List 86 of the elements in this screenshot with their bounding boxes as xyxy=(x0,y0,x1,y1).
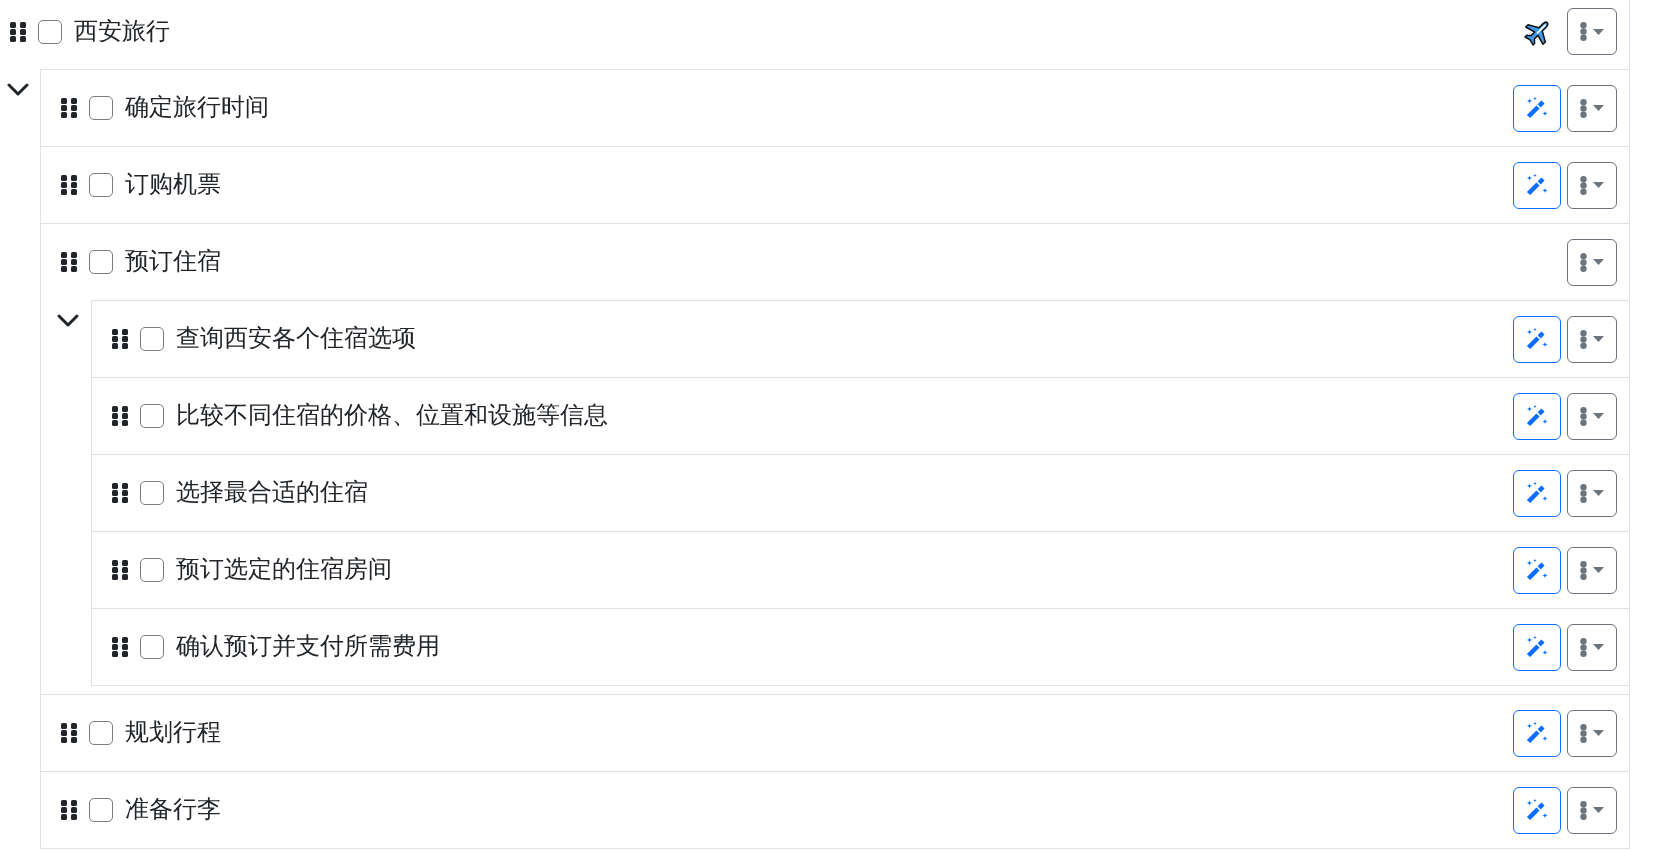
vertical-dots-icon xyxy=(1580,98,1587,118)
vertical-dots-icon xyxy=(1580,723,1587,743)
magic-wand-icon xyxy=(1525,404,1549,428)
vertical-dots-icon xyxy=(1580,560,1587,580)
magic-wand-button[interactable] xyxy=(1513,546,1561,594)
task-title: 预订选定的住宿房间 xyxy=(176,555,392,585)
magic-wand-icon xyxy=(1525,96,1549,120)
drag-handle-icon[interactable] xyxy=(112,329,128,349)
magic-wand-icon xyxy=(1525,327,1549,351)
checkbox[interactable] xyxy=(89,250,113,274)
checkbox[interactable] xyxy=(140,404,164,428)
task-title: 确认预订并支付所需费用 xyxy=(176,632,440,662)
vertical-dots-icon xyxy=(1580,329,1587,349)
more-menu-button[interactable] xyxy=(1567,315,1617,363)
more-menu-button[interactable] xyxy=(1567,469,1617,517)
magic-wand-button[interactable] xyxy=(1513,392,1561,440)
more-menu-button[interactable] xyxy=(1567,238,1617,286)
task-title: 订购机票 xyxy=(125,170,221,200)
magic-wand-button[interactable] xyxy=(1513,84,1561,132)
magic-wand-button[interactable] xyxy=(1513,469,1561,517)
caret-icon xyxy=(1593,567,1604,573)
task-title: 选择最合适的住宿 xyxy=(176,478,368,508)
more-menu-button[interactable] xyxy=(1567,623,1617,671)
checkbox[interactable] xyxy=(38,19,62,44)
vertical-dots-icon xyxy=(1580,175,1587,195)
checkbox[interactable] xyxy=(89,173,113,197)
magic-wand-button[interactable] xyxy=(1513,709,1561,757)
magic-wand-button[interactable] xyxy=(1513,161,1561,209)
checkbox[interactable] xyxy=(89,798,113,822)
caret-icon xyxy=(1593,28,1604,35)
vertical-dots-icon xyxy=(1580,483,1587,503)
vertical-dots-icon xyxy=(1580,406,1587,426)
drag-handle-icon[interactable] xyxy=(61,800,77,820)
drag-handle-icon[interactable] xyxy=(10,21,26,42)
task-title: 比较不同住宿的价格、位置和设施等信息 xyxy=(176,401,608,431)
drag-handle-icon[interactable] xyxy=(61,98,77,118)
chevron-down-icon[interactable] xyxy=(57,314,79,327)
magic-wand-icon xyxy=(1525,173,1549,197)
magic-wand-icon xyxy=(1525,481,1549,505)
caret-icon xyxy=(1593,105,1604,111)
task-title: 查询西安各个住宿选项 xyxy=(176,324,416,354)
magic-wand-icon xyxy=(1525,721,1549,745)
checkbox[interactable] xyxy=(140,327,164,351)
drag-handle-icon[interactable] xyxy=(112,483,128,503)
vertical-dots-icon xyxy=(1580,252,1587,272)
magic-wand-icon xyxy=(1525,558,1549,582)
more-menu-button[interactable] xyxy=(1567,546,1617,594)
caret-icon xyxy=(1593,259,1604,265)
more-menu-button[interactable] xyxy=(1567,84,1617,132)
magic-wand-icon xyxy=(1525,798,1549,822)
drag-handle-icon[interactable] xyxy=(61,175,77,195)
chevron-down-icon[interactable] xyxy=(7,83,29,96)
more-menu-button[interactable] xyxy=(1567,709,1617,757)
caret-icon xyxy=(1593,730,1604,736)
caret-icon xyxy=(1593,182,1604,188)
task-title: 准备行李 xyxy=(125,795,221,825)
caret-icon xyxy=(1593,644,1604,650)
more-menu-button[interactable] xyxy=(1567,786,1617,834)
drag-handle-icon[interactable] xyxy=(112,560,128,580)
drag-handle-icon[interactable] xyxy=(112,406,128,426)
task-title: 规划行程 xyxy=(125,718,221,748)
magic-wand-button[interactable] xyxy=(1513,315,1561,363)
checkbox[interactable] xyxy=(140,481,164,505)
caret-icon xyxy=(1593,490,1604,496)
drag-handle-icon[interactable] xyxy=(112,637,128,657)
more-menu-button[interactable] xyxy=(1567,161,1617,209)
vertical-dots-icon xyxy=(1580,800,1587,820)
vertical-dots-icon xyxy=(1580,637,1587,657)
more-menu-button[interactable] xyxy=(1567,392,1617,440)
magic-wand-button[interactable] xyxy=(1513,786,1561,834)
caret-icon xyxy=(1593,807,1604,813)
task-title: 确定旅行时间 xyxy=(125,93,269,123)
drag-handle-icon[interactable] xyxy=(61,723,77,743)
task-title: 预订住宿 xyxy=(125,247,221,277)
drag-handle-icon[interactable] xyxy=(61,252,77,272)
goal-title: 西安旅行 xyxy=(74,16,170,47)
vertical-dots-icon xyxy=(1580,22,1587,41)
checkbox[interactable] xyxy=(89,96,113,120)
magic-wand-button[interactable] xyxy=(1513,623,1561,671)
checkbox[interactable] xyxy=(89,721,113,745)
caret-icon xyxy=(1593,413,1604,419)
checkbox[interactable] xyxy=(140,635,164,659)
magic-wand-icon xyxy=(1525,635,1549,659)
caret-icon xyxy=(1593,336,1604,342)
checkbox[interactable] xyxy=(140,558,164,582)
more-menu-button[interactable] xyxy=(1567,8,1617,55)
